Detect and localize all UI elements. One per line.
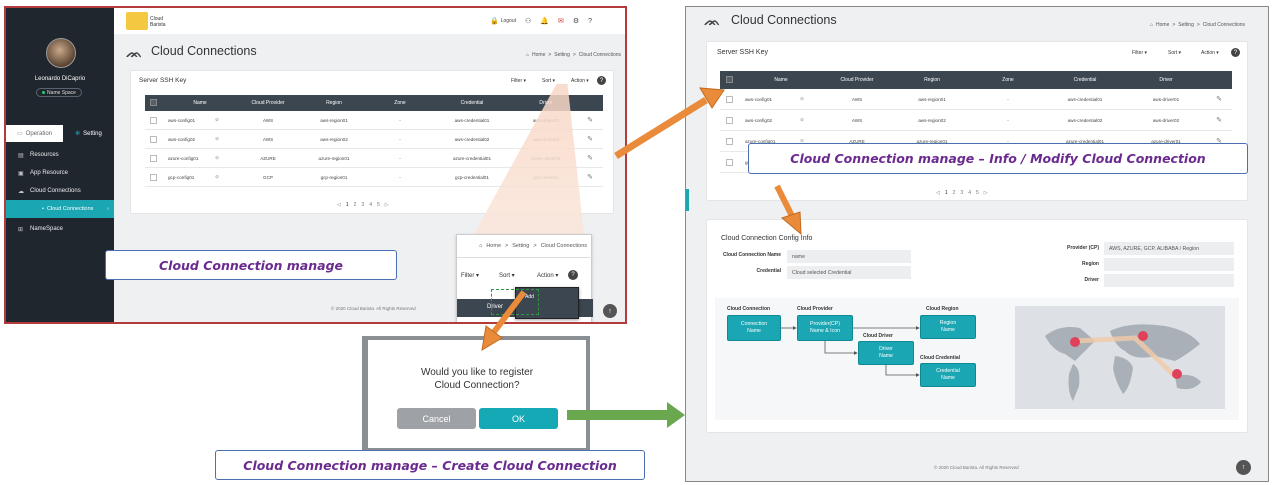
orange-arrow-to-info [614, 87, 725, 159]
orange-arrow-to-config [774, 184, 802, 236]
annotation-arrows [481, 87, 802, 428]
orange-arrow-to-dialog [481, 290, 527, 351]
green-arrow-to-info [567, 402, 685, 428]
